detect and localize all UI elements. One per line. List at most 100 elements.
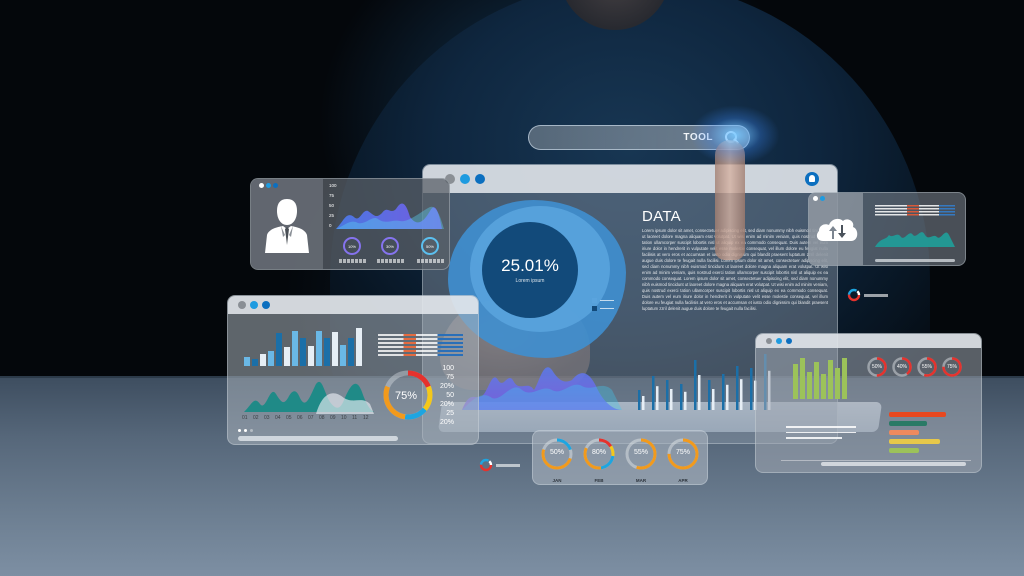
- page-dot[interactable]: [238, 429, 241, 432]
- window-dot-light-blue[interactable]: [250, 301, 258, 309]
- ring-indicator: 75%: [941, 356, 963, 378]
- ring-value: 55%: [921, 364, 932, 370]
- area-chart: [244, 381, 374, 414]
- legend-text: [600, 299, 614, 302]
- month-label: MAR: [635, 478, 647, 483]
- legend-swatch: [592, 298, 597, 303]
- ring-value: 40%: [896, 364, 907, 370]
- window-dot-gray[interactable]: [766, 338, 772, 344]
- text-block: [378, 334, 463, 356]
- donut-value: 25.01%: [501, 256, 559, 275]
- ring-indicator: 10%: [343, 237, 361, 255]
- bar: [324, 338, 330, 366]
- window-dot-blue[interactable]: [475, 174, 485, 184]
- badge-donut-icon: [479, 458, 493, 472]
- monthly-progress-panel: 50% JAN 80% FEB 55% MAR 75% APR: [532, 430, 708, 485]
- bar: [284, 346, 290, 366]
- floor-bar: [642, 396, 645, 410]
- page-dot[interactable]: [244, 429, 247, 432]
- x-axis-label: 09: [330, 415, 336, 421]
- donut-75-chart: 75%: [383, 370, 433, 420]
- month-label: FEB: [594, 478, 604, 483]
- page-dot[interactable]: [250, 429, 253, 432]
- ring-value: 50%: [871, 364, 882, 370]
- data-heading: DATA: [642, 208, 681, 225]
- window-dot-blue[interactable]: [262, 301, 270, 309]
- window-dot-white[interactable]: [259, 183, 264, 188]
- scrollbar[interactable]: [238, 436, 398, 441]
- donut-label: Lorem ipsum: [515, 278, 545, 284]
- floor-bar: [740, 379, 743, 410]
- bar: [276, 333, 282, 366]
- x-axis-label: 07: [308, 415, 314, 421]
- legend-text: [600, 307, 614, 310]
- text-line: [786, 431, 856, 433]
- floor-bar: [712, 389, 715, 410]
- profile-panel: 100 75 50 25 0 10% 30% 50%: [250, 178, 450, 270]
- floor-bar: [670, 389, 673, 410]
- month-value: 75%: [675, 449, 690, 456]
- text-line: [786, 437, 842, 439]
- side-label: 100: [442, 365, 455, 372]
- badge-donut-icon: [847, 288, 861, 302]
- window-dot-light-blue[interactable]: [820, 196, 825, 201]
- window-dot-light-blue[interactable]: [776, 338, 782, 344]
- floor-bar: [736, 366, 739, 410]
- cloud-sync-icon: [816, 218, 858, 241]
- green-bar-chart: [793, 358, 847, 399]
- x-axis-label: 01: [242, 415, 248, 421]
- month-progress: 80% FEB: [581, 437, 617, 483]
- divider: [781, 460, 971, 461]
- pagination-dots: [238, 429, 253, 432]
- cloud-window-dots: [813, 196, 825, 201]
- floor-bar: [726, 384, 729, 410]
- profile-sidebar: [251, 179, 323, 269]
- cloud-scrollbar[interactable]: [875, 259, 955, 262]
- x-axis-label: 06: [297, 415, 303, 421]
- bar: [244, 357, 250, 366]
- floor-bar: [708, 380, 711, 410]
- window-dot-white[interactable]: [813, 196, 818, 201]
- window-dot-light-blue[interactable]: [460, 174, 470, 184]
- window-dot-gray[interactable]: [238, 301, 246, 309]
- horizontal-bar: [889, 412, 946, 417]
- scrollbar[interactable]: [821, 462, 966, 466]
- floor-bar: [666, 380, 669, 410]
- x-axis-label: 03: [264, 415, 270, 421]
- ring-value: 50%: [425, 243, 434, 249]
- side-label: 20%: [440, 419, 455, 426]
- window-dot-blue[interactable]: [273, 183, 278, 188]
- horizontal-bar: [889, 421, 927, 426]
- window-titlebar: [228, 296, 478, 314]
- floor-bar: [652, 376, 655, 410]
- window-dot-blue[interactable]: [786, 338, 792, 344]
- x-axis-label: 05: [286, 415, 292, 421]
- month-label: JAN: [552, 478, 562, 483]
- floor-bar: [722, 374, 725, 410]
- month-progress: 50% JAN: [539, 437, 575, 483]
- horizontal-bar: [889, 439, 941, 444]
- legend-swatch: [592, 306, 597, 311]
- window-dot-light-blue[interactable]: [266, 183, 271, 188]
- window-titlebar: [423, 165, 837, 193]
- ring-indicator: 40%: [891, 356, 913, 378]
- side-label: 25: [446, 410, 455, 417]
- bar: [252, 358, 258, 366]
- ring-caption: [339, 259, 367, 263]
- person-icon: [265, 199, 309, 253]
- floor-bar: [750, 368, 753, 410]
- bar: [292, 330, 298, 366]
- bar: [316, 330, 322, 366]
- donut-75-value: 75%: [395, 390, 417, 402]
- floor-chart: [462, 354, 771, 410]
- x-axis-label: 10: [341, 415, 347, 421]
- x-axis-label: 11: [352, 415, 358, 421]
- window-titlebar: [756, 334, 981, 348]
- side-label: 50: [446, 392, 455, 399]
- month-progress: 75% APR: [665, 437, 701, 483]
- cloud-area-chart: [875, 232, 955, 247]
- donut-center: 25.01% Lorem ipsum: [482, 222, 578, 318]
- badge-caption: [496, 464, 520, 467]
- user-lock-icon[interactable]: [805, 172, 819, 186]
- right-metrics-panel: 50% 40% 55% 75%: [755, 333, 982, 473]
